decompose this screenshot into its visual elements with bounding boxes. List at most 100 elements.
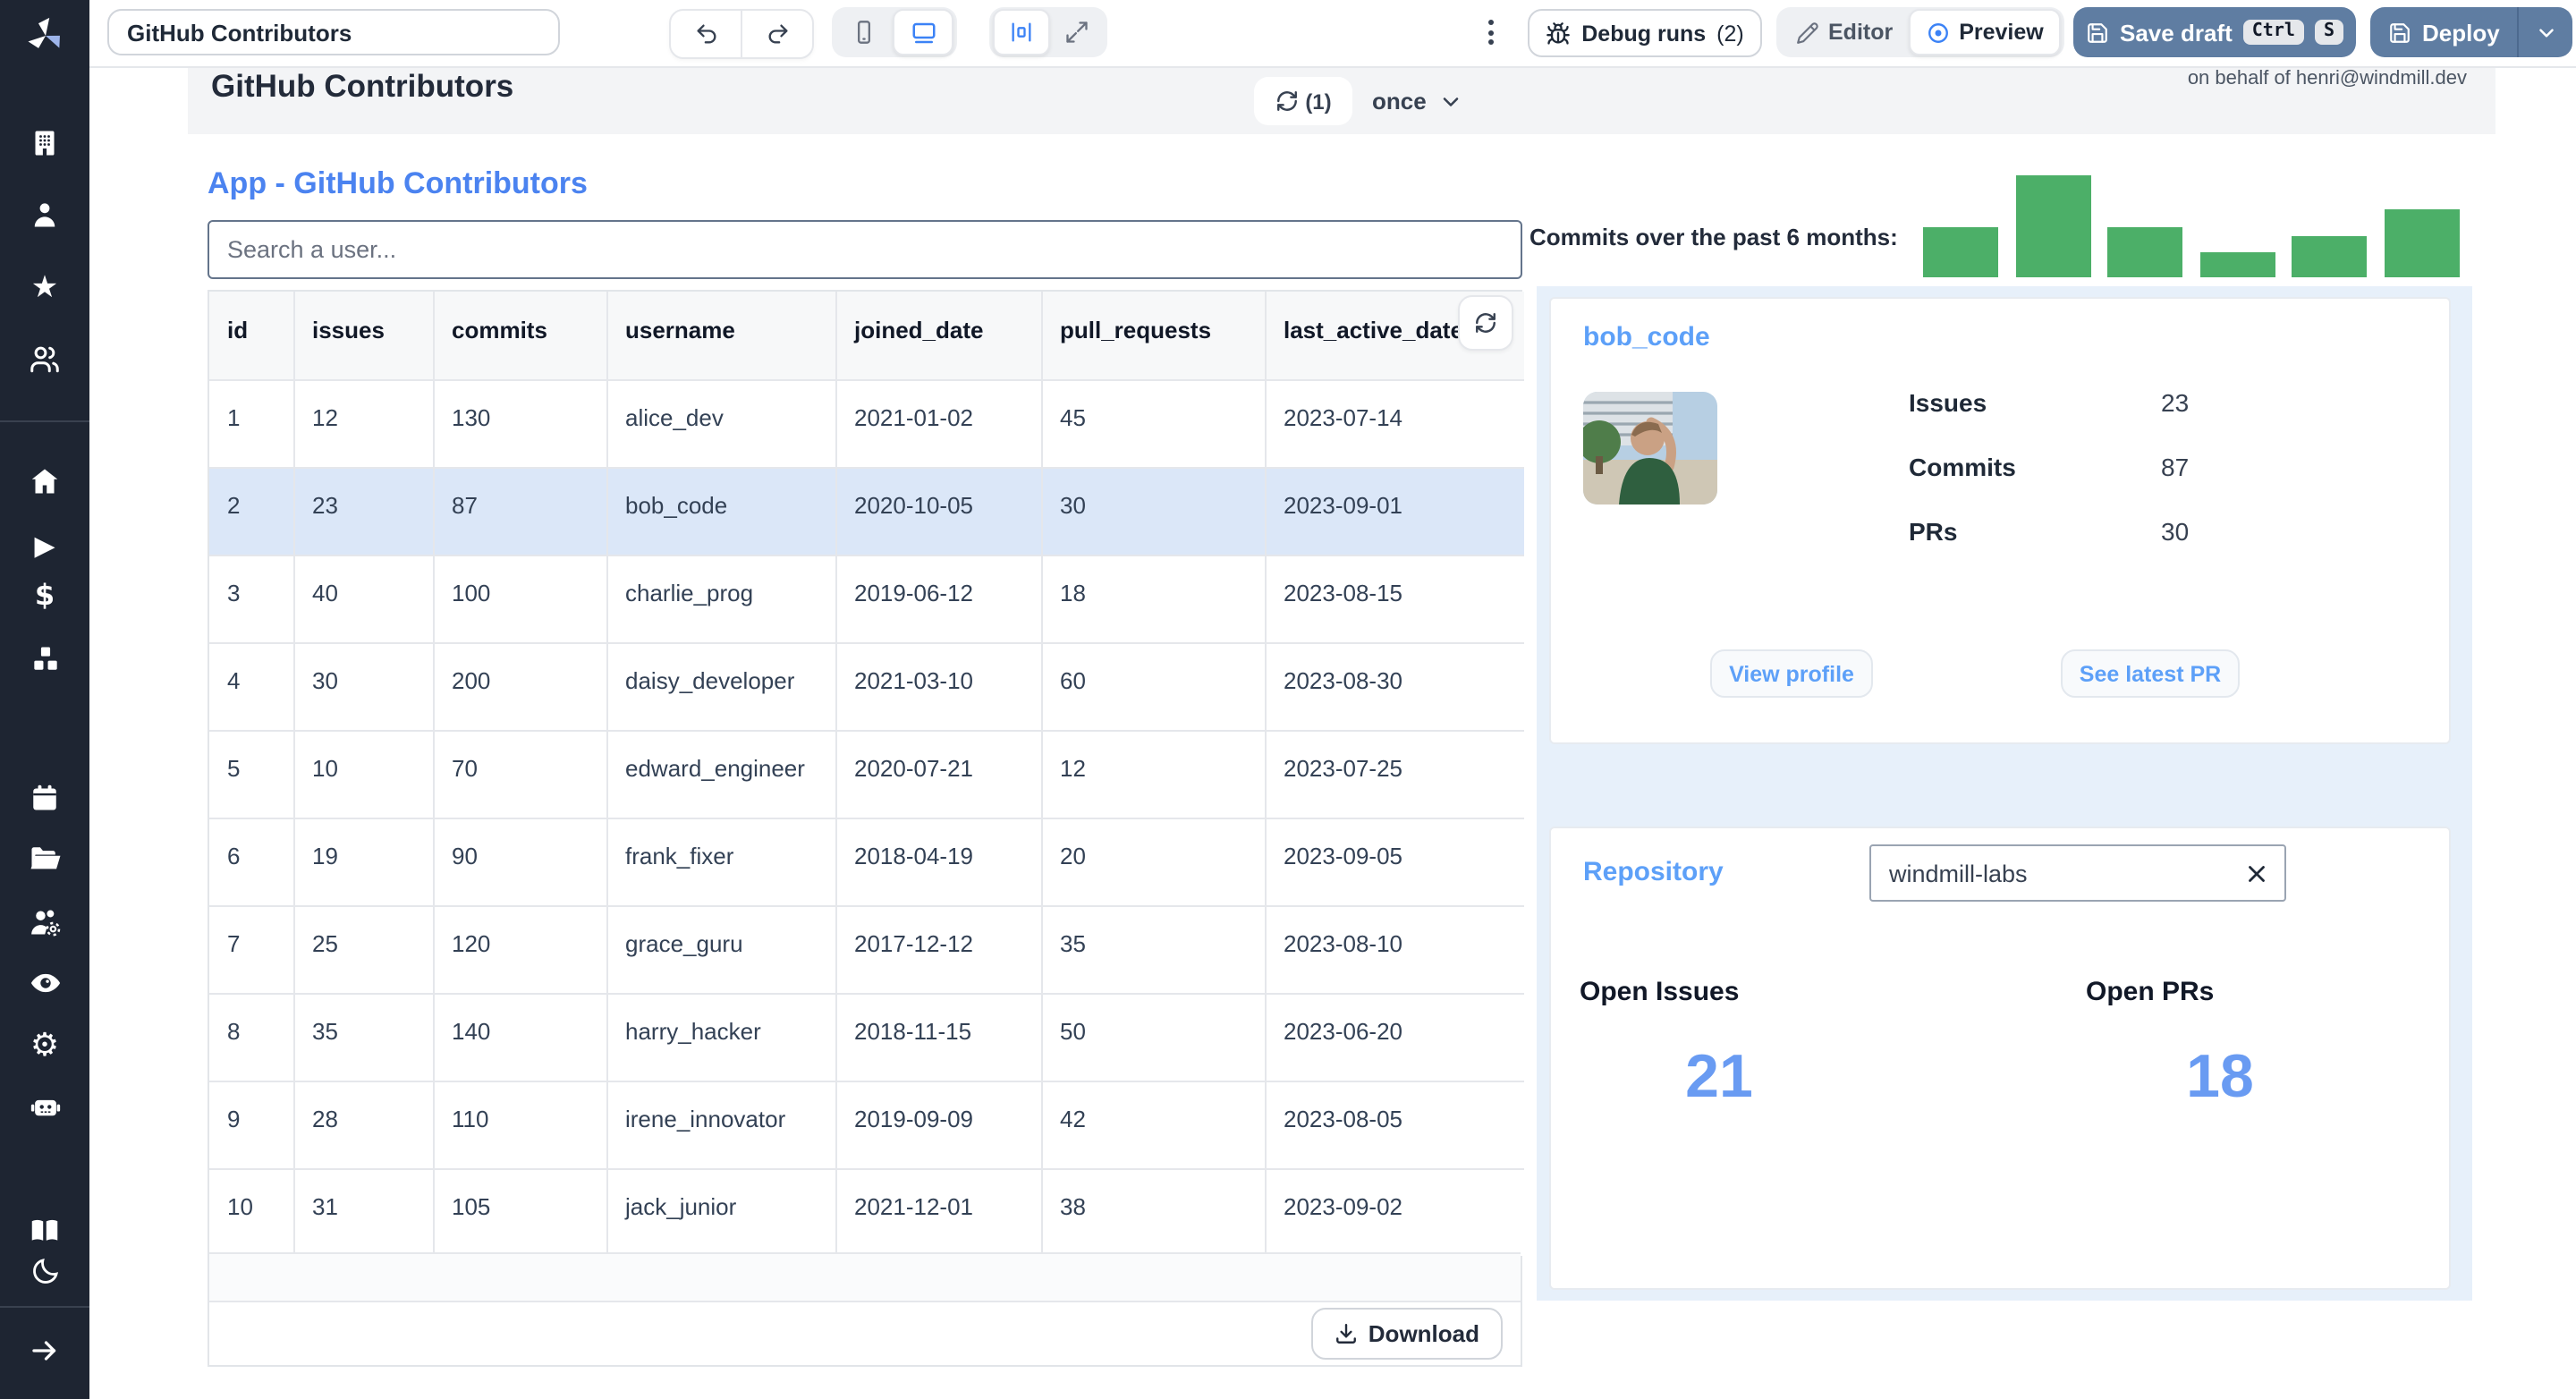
sidebar-expand-button[interactable] bbox=[0, 1333, 89, 1369]
open-issues-label: Open Issues bbox=[1580, 977, 1740, 1007]
star-icon: ★ bbox=[30, 269, 59, 305]
stat-value: 23 bbox=[2161, 388, 2190, 417]
stat-row: Issues 23 bbox=[1909, 388, 2420, 453]
preview-tab-label: Preview bbox=[1959, 20, 2044, 45]
layout-toggle bbox=[989, 7, 1107, 57]
refresh-icon bbox=[1276, 91, 1297, 111]
more-options-button[interactable] bbox=[1474, 9, 1506, 55]
x-icon bbox=[2249, 866, 2265, 882]
table-row[interactable]: 10 31 105 jack_junior 2021-12-01 38 2023-09-02 bbox=[209, 1167, 1524, 1256]
moon-icon bbox=[32, 1257, 58, 1283]
undo-redo-group bbox=[669, 9, 814, 59]
center-layout-button[interactable] bbox=[993, 9, 1050, 55]
profile-username: bob_code bbox=[1583, 322, 1710, 352]
chart-bar bbox=[2107, 227, 2183, 277]
sidebar-item-variables[interactable]: $ bbox=[0, 578, 89, 614]
sidebar-item-ai[interactable] bbox=[0, 1088, 89, 1123]
top-toolbar: Debug runs (2) Editor Preview Save draft… bbox=[0, 0, 2576, 68]
gear-icon: ⚙ bbox=[30, 1027, 60, 1064]
sidebar-item-favorites[interactable]: ★ bbox=[0, 270, 89, 306]
table-row[interactable]: 7 25 120 grace_guru 2017-12-12 35 2023-08-10 bbox=[209, 904, 1524, 993]
search-input[interactable] bbox=[208, 220, 1522, 279]
cubes-icon bbox=[33, 646, 56, 669]
deploy-label: Deploy bbox=[2422, 19, 2500, 46]
editor-tab[interactable]: Editor bbox=[1780, 11, 1909, 54]
sidebar-item-folders[interactable] bbox=[0, 839, 89, 875]
app-refresh-button[interactable]: (1) bbox=[1254, 77, 1352, 125]
schedule-dropdown[interactable]: once bbox=[1372, 68, 1464, 134]
see-latest-pr-label: See latest PR bbox=[2079, 661, 2222, 686]
sidebar-item-home[interactable] bbox=[0, 463, 89, 499]
table-row[interactable]: 2 23 87 bob_code 2020-10-05 30 2023-09-01 bbox=[209, 466, 1524, 555]
kbd-s: S bbox=[2314, 20, 2343, 45]
schedule-value: once bbox=[1372, 88, 1427, 114]
sidebar-item-user[interactable] bbox=[0, 197, 89, 233]
repository-input-wrap bbox=[1869, 844, 2286, 902]
table-refresh-button[interactable] bbox=[1458, 295, 1513, 351]
sidebar-item-docs[interactable] bbox=[0, 1213, 89, 1249]
robot-icon bbox=[30, 1098, 60, 1115]
sidebar-item-theme[interactable] bbox=[0, 1252, 89, 1288]
repository-input[interactable] bbox=[1871, 846, 2229, 900]
sidebar-divider bbox=[0, 420, 89, 422]
editor-tab-label: Editor bbox=[1828, 20, 1894, 45]
sidebar-item-audit-logs[interactable] bbox=[0, 964, 89, 1000]
app-header: GitHub Contributors (1) once on behalf o… bbox=[188, 68, 2496, 134]
sidebar-item-groups[interactable] bbox=[0, 342, 89, 377]
table-row[interactable]: 9 28 110 irene_innovator 2019-09-09 42 2023-08… bbox=[209, 1080, 1524, 1168]
book-open-icon bbox=[31, 1219, 58, 1241]
download-button[interactable]: Download bbox=[1310, 1308, 1503, 1360]
preview-tab[interactable]: Preview bbox=[1909, 9, 2062, 55]
table-row[interactable]: 6 19 90 frank_fixer 2018-04-19 20 2023-09-05 bbox=[209, 817, 1524, 905]
sidebar-item-workers[interactable] bbox=[0, 903, 89, 939]
sidebar-item-workspace[interactable] bbox=[0, 125, 89, 161]
page-title: App - GitHub Contributors bbox=[208, 166, 588, 200]
sidebar-item-runs[interactable]: ▶ bbox=[0, 528, 89, 564]
desktop-view-button[interactable] bbox=[893, 9, 953, 55]
table-row[interactable]: 8 35 140 harry_hacker 2018-11-15 50 2023-06-20 bbox=[209, 992, 1524, 1081]
app-header-title: GitHub Contributors bbox=[211, 68, 514, 104]
refresh-count: (1) bbox=[1305, 89, 1332, 114]
stat-label: PRs bbox=[1909, 517, 1958, 546]
column-header: commits bbox=[433, 292, 607, 380]
mobile-view-button[interactable] bbox=[835, 11, 893, 54]
commits-bar-chart bbox=[1923, 175, 2460, 277]
column-header: username bbox=[606, 292, 836, 380]
see-latest-pr-button[interactable]: See latest PR bbox=[2061, 649, 2240, 698]
windmill-logo[interactable] bbox=[0, 13, 89, 55]
deploy-button[interactable]: Deploy bbox=[2370, 7, 2572, 57]
chart-bar bbox=[2292, 236, 2368, 277]
open-prs-value: 18 bbox=[2186, 1043, 2254, 1111]
kbd-ctrl: Ctrl bbox=[2242, 20, 2304, 45]
redo-button[interactable] bbox=[741, 11, 812, 57]
table-row[interactable]: 4 30 200 daisy_developer 2021-03-10 60 2023-08… bbox=[209, 641, 1524, 730]
sidebar-item-resources[interactable] bbox=[0, 640, 89, 676]
fullscreen-button[interactable] bbox=[1050, 11, 1104, 54]
stat-value: 30 bbox=[2161, 517, 2190, 546]
download-label: Download bbox=[1368, 1320, 1479, 1347]
user-cog-icon bbox=[30, 909, 60, 936]
column-header: joined_date bbox=[835, 292, 1042, 380]
table-row[interactable]: 1 12 130 alice_dev 2021-01-02 45 2023-07-14 bbox=[209, 379, 1524, 467]
clear-input-button[interactable] bbox=[2243, 861, 2270, 887]
view-profile-button[interactable]: View profile bbox=[1710, 649, 1873, 698]
undo-button[interactable] bbox=[671, 11, 741, 57]
sidebar-item-schedules[interactable] bbox=[0, 780, 89, 816]
users-table: id issues commits username joined_date pull_r… bbox=[208, 290, 1524, 1367]
chevron-down-icon bbox=[2538, 28, 2554, 37]
sidebar-divider bbox=[0, 1306, 89, 1308]
deploy-dropdown-button[interactable] bbox=[2520, 21, 2572, 44]
sidebar-item-settings[interactable]: ⚙ bbox=[0, 1029, 89, 1064]
smartphone-icon bbox=[858, 21, 870, 44]
chevron-down-icon bbox=[1444, 97, 1459, 106]
save-draft-button[interactable]: Save draft Ctrl S bbox=[2073, 7, 2356, 57]
app-name-input[interactable] bbox=[107, 9, 560, 55]
download-icon bbox=[1335, 1324, 1356, 1344]
dollar-icon: $ bbox=[34, 578, 55, 612]
bug-icon bbox=[1546, 21, 1571, 44]
stat-label: Issues bbox=[1909, 388, 1987, 417]
table-row[interactable]: 5 10 70 edward_engineer 2020-07-21 12 2023-07-… bbox=[209, 729, 1524, 818]
monitor-icon bbox=[911, 21, 935, 43]
table-row[interactable]: 3 40 100 charlie_prog 2019-06-12 18 2023-08-15 bbox=[209, 554, 1524, 642]
debug-runs-button[interactable]: Debug runs (2) bbox=[1528, 9, 1762, 57]
